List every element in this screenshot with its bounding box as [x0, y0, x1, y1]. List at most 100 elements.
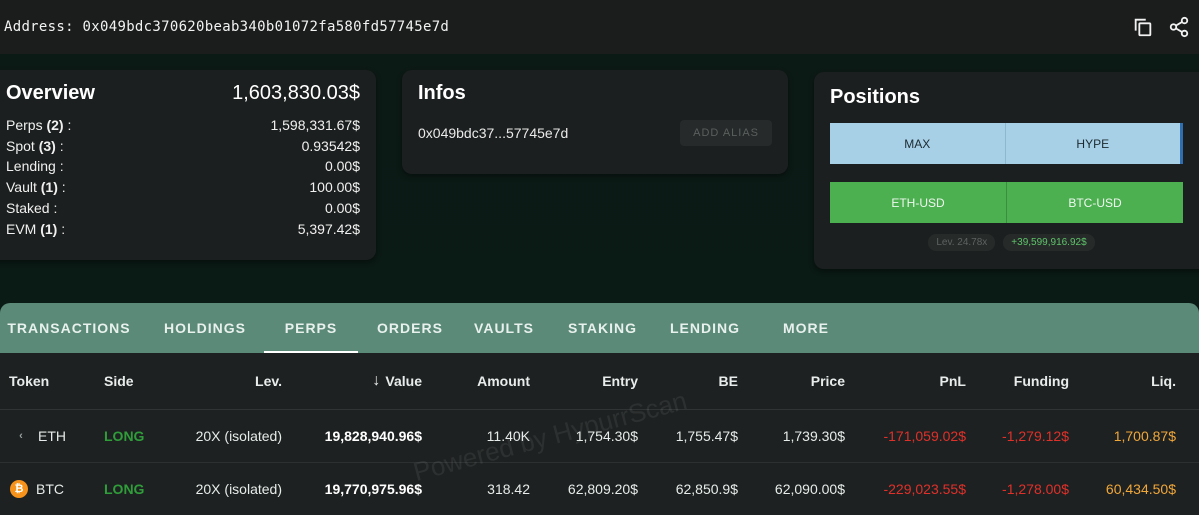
table-row[interactable]: ₿ BTC LONG 20X (isolated) 19,770,975.96$… — [0, 463, 1199, 515]
header-lev[interactable]: Lev. — [180, 353, 282, 409]
overview-label: Vault — [6, 179, 37, 196]
overview-suffix: : — [57, 220, 66, 237]
pnl-cell: -229,023.55$ — [883, 481, 966, 497]
overview-card: Overview 1,603,830.03$ Perps (2) : 1,598… — [0, 70, 376, 260]
overview-count: (1) — [40, 220, 58, 237]
amount-cell: 318.42 — [487, 481, 530, 497]
overview-row-lending: Lending : 0.00$ — [6, 156, 360, 177]
tab-perps[interactable]: PERPS — [264, 303, 358, 353]
side-cell: LONG — [104, 428, 145, 444]
pnl-badge: +39,599,916.92$ — [1003, 234, 1095, 251]
header-entry[interactable]: Entry — [550, 353, 638, 409]
liq-cell: 1,700.87$ — [1113, 428, 1176, 444]
overview-suffix: : — [63, 117, 72, 133]
overview-rows: Perps (2) : 1,598,331.67$ Spot (3) : 0.9… — [6, 115, 360, 239]
overview-title: Overview — [6, 82, 95, 104]
header-side[interactable]: Side — [104, 353, 134, 409]
header-value: Value — [385, 373, 422, 389]
overview-row-staked: Staked : 0.00$ — [6, 198, 360, 219]
overview-label: Staked : — [6, 199, 58, 216]
lev-cell: 20X (isolated) — [195, 481, 282, 497]
value-cell: 19,828,940.96$ — [324, 428, 422, 444]
overview-label: EVM — [6, 220, 37, 237]
funding-cell: -1,279.12$ — [1002, 428, 1069, 444]
overview-count: (2) — [46, 117, 64, 133]
value-cell: 19,770,975.96$ — [324, 481, 422, 497]
copy-icon[interactable] — [1131, 15, 1155, 39]
position-eth-usd-button[interactable]: ETH-USD — [830, 182, 1007, 223]
header-token[interactable]: Token — [9, 353, 49, 409]
overview-label: Lending : — [6, 158, 64, 175]
table-header: Token Side Lev. ↓ Value Amount Entry BE … — [0, 353, 1199, 410]
entry-cell: 62,809.20$ — [567, 481, 638, 497]
tab-transactions[interactable]: TRANSACTIONS — [0, 303, 138, 353]
overview-row-evm: EVM (1) : 5,397.42$ — [6, 219, 360, 240]
token-name: BTC — [36, 481, 64, 497]
positions-stats: Lev. 24.78x +39,599,916.92$ — [830, 234, 1193, 251]
funding-cell: -1,278.00$ — [1002, 481, 1069, 497]
short-address: 0x049bdc37...57745e7d — [418, 125, 569, 141]
header-funding[interactable]: Funding — [980, 353, 1069, 409]
token-name: ETH — [38, 428, 66, 444]
overview-row-perps: Perps (2) : 1,598,331.67$ — [6, 115, 360, 136]
position-max-button[interactable]: MAX — [830, 123, 1006, 164]
header-pnl[interactable]: PnL — [860, 353, 966, 409]
leverage-badge: Lev. 24.78x — [928, 234, 996, 251]
side-cell: LONG — [104, 481, 145, 497]
wallet-address: Address: 0x049bdc370620beab340b01072fa58… — [4, 19, 450, 35]
overview-suffix: : — [57, 179, 66, 196]
position-btc-usd-button[interactable]: BTC-USD — [1007, 182, 1183, 223]
tab-vaults[interactable]: VAULTS — [462, 303, 546, 353]
overview-suffix: : — [55, 137, 64, 154]
amount-cell: 11.40K — [486, 428, 530, 444]
positions-card: Positions MAX HYPE ETH-USD BTC-USD Lev. … — [814, 72, 1199, 269]
position-hype-button[interactable]: HYPE — [1005, 123, 1183, 164]
overview-value: 100.00$ — [309, 179, 360, 196]
header-amount[interactable]: Amount — [440, 353, 530, 409]
perps-table: Token Side Lev. ↓ Value Amount Entry BE … — [0, 353, 1199, 515]
overview-value: 5,397.42$ — [297, 220, 360, 237]
tab-more[interactable]: MORE — [751, 303, 861, 353]
overview-value: 1,598,331.67$ — [270, 117, 360, 133]
overview-value: 0.00$ — [324, 199, 360, 216]
header-liq[interactable]: Liq. — [1090, 353, 1176, 409]
overview-value: 0.00$ — [324, 158, 360, 175]
overview-total: 1,603,830.03$ — [232, 82, 360, 104]
overview-label: Perps — [6, 117, 43, 133]
table-row[interactable]: ‹ ETH LONG 20X (isolated) 19,828,940.96$… — [0, 410, 1199, 463]
price-cell: 1,739.30$ — [782, 428, 845, 444]
lev-cell: 20X (isolated) — [195, 428, 282, 444]
positions-title: Positions — [830, 86, 921, 108]
header-value-sort[interactable]: ↓ Value — [300, 353, 422, 409]
tab-lending[interactable]: LENDING — [659, 303, 751, 353]
entry-cell: 1,754.30$ — [575, 428, 638, 444]
tab-bar: TRANSACTIONS HOLDINGS PERPS ORDERS VAULT… — [0, 303, 1199, 353]
be-cell: 62,850.9$ — [675, 481, 738, 497]
liq-cell: 60,434.50$ — [1105, 481, 1176, 497]
price-cell: 62,090.00$ — [774, 481, 845, 497]
eth-icon: ‹ — [19, 430, 23, 442]
address-bar: Address: 0x049bdc370620beab340b01072fa58… — [0, 0, 1199, 54]
header-price[interactable]: Price — [750, 353, 845, 409]
overview-label: Spot — [6, 137, 35, 154]
overview-row-vault: Vault (1) : 100.00$ — [6, 177, 360, 198]
infos-card: Infos 0x049bdc37...57745e7d ADD ALIAS — [402, 70, 788, 174]
tab-holdings[interactable]: HOLDINGS — [138, 303, 272, 353]
tab-staking[interactable]: STAKING — [546, 303, 659, 353]
overview-value: 0.93542$ — [301, 137, 360, 154]
btc-icon: ₿ — [10, 480, 28, 498]
add-alias-button[interactable]: ADD ALIAS — [680, 120, 772, 146]
arrow-down-icon: ↓ — [372, 372, 381, 389]
pnl-cell: -171,059.02$ — [883, 428, 966, 444]
token-cell: ‹ ETH — [12, 410, 66, 462]
token-cell: ₿ BTC — [10, 463, 64, 515]
infos-title: Infos — [418, 82, 466, 104]
overview-count: (1) — [40, 179, 58, 196]
be-cell: 1,755.47$ — [675, 428, 738, 444]
share-icon[interactable] — [1167, 15, 1191, 39]
overview-count: (3) — [38, 137, 56, 154]
overview-row-spot: Spot (3) : 0.93542$ — [6, 136, 360, 157]
tab-orders[interactable]: ORDERS — [358, 303, 462, 353]
header-be[interactable]: BE — [650, 353, 738, 409]
positions-green-row: ETH-USD BTC-USD — [830, 182, 1183, 223]
